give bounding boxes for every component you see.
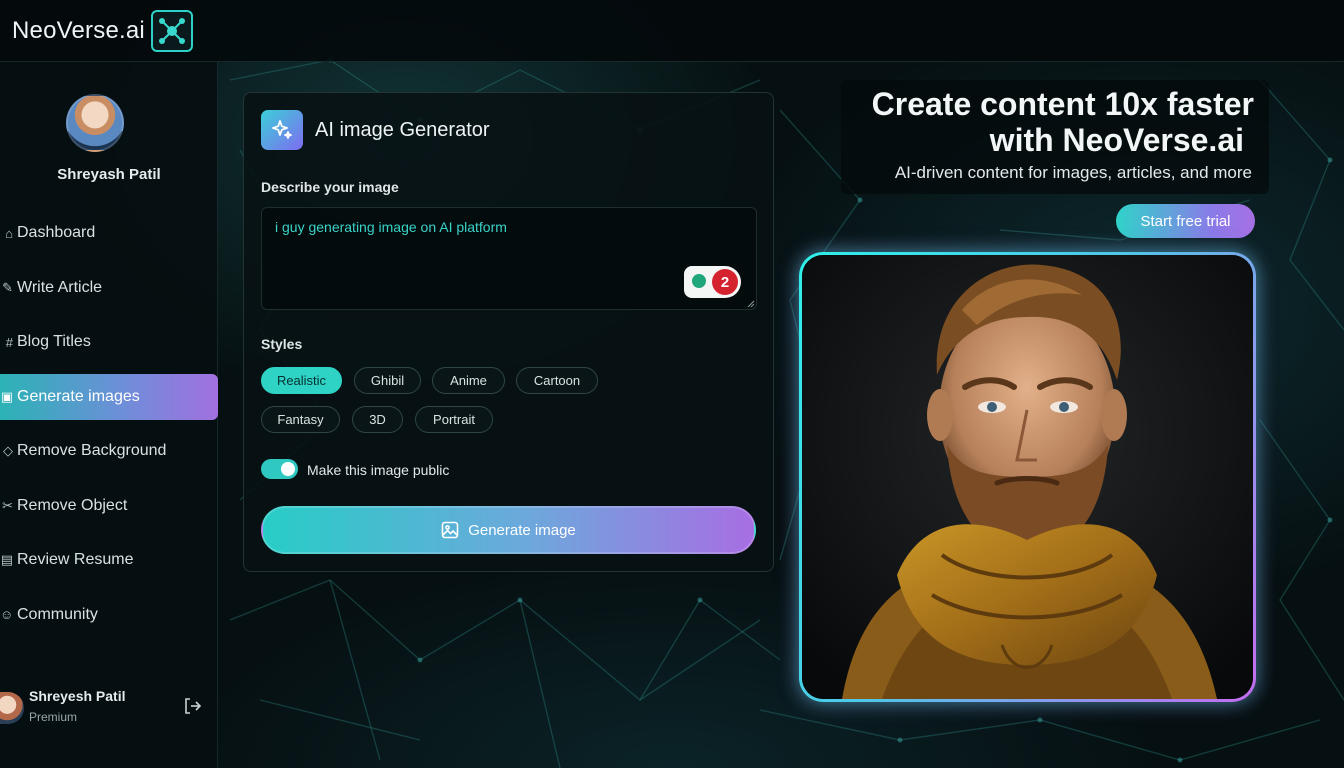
scissors-icon: ✂: [2, 497, 13, 513]
sidebar-nav: ⌂ Dashboard ✎ Write Article # Blog Title…: [0, 210, 218, 646]
sidebar-item-dashboard[interactable]: ⌂ Dashboard: [0, 210, 218, 256]
footer-user-tier: Premium: [29, 710, 78, 724]
sidebar-item-label: Blog Titles: [17, 333, 91, 350]
style-chip-anime[interactable]: Anime: [432, 367, 505, 394]
pencil-icon: ✎: [2, 279, 13, 295]
sidebar-item-label: Community: [17, 605, 98, 623]
brand-name[interactable]: NeoVerse.ai: [12, 17, 145, 45]
sidebar-user-footer: Shreyesh Patil Premium: [0, 682, 218, 734]
avatar[interactable]: [0, 692, 24, 724]
sidebar-item-review-resume[interactable]: ▤ Review Resume: [0, 537, 218, 583]
sidebar-item-blog-titles[interactable]: # Blog Titles: [0, 319, 218, 365]
start-free-trial-button[interactable]: Start free trial: [1116, 204, 1255, 238]
sidebar-item-label: Dashboard: [17, 224, 96, 241]
style-chip-fantasy[interactable]: Fantasy: [261, 406, 340, 433]
hero-headline-line2: with NeoVerse.ai: [989, 122, 1244, 158]
logout-icon[interactable]: [182, 696, 202, 716]
image-icon: [441, 521, 459, 539]
footer-user-name: Shreyesh Patil: [29, 688, 126, 704]
generated-portrait[interactable]: [799, 252, 1256, 702]
style-chip-portrait[interactable]: Portrait: [415, 406, 493, 433]
generate-image-button[interactable]: Generate image: [261, 506, 756, 554]
image-generator-card: AI image Generator Describe your image 2…: [243, 92, 774, 572]
prompt-input[interactable]: [261, 207, 757, 310]
styles-label: Styles: [261, 336, 303, 352]
sidebar-item-remove-background[interactable]: ◇ Remove Background: [0, 428, 218, 474]
home-icon: ⌂: [5, 225, 13, 241]
toggle-knob: [281, 462, 295, 476]
network-nodes-icon[interactable]: [150, 9, 193, 52]
sidebar: Shreyash Patil ⌂ Dashboard ✎ Write Artic…: [0, 62, 218, 768]
card-title: AI image Generator: [315, 119, 490, 141]
sidebar-item-label: Write Article: [17, 278, 103, 296]
style-chip-cartoon[interactable]: Cartoon: [516, 367, 598, 394]
top-bar: NeoVerse.ai: [0, 0, 1344, 62]
style-chip-3d[interactable]: 3D: [352, 406, 403, 433]
sidebar-item-write-article[interactable]: ✎ Write Article: [0, 265, 218, 311]
sidebar-item-label: Remove Object: [17, 496, 128, 514]
eraser-icon: ◇: [3, 443, 13, 458]
extension-badge[interactable]: 2: [684, 266, 741, 298]
describe-label: Describe your image: [261, 179, 399, 195]
avatar[interactable]: [66, 94, 124, 152]
style-chip-realistic[interactable]: Realistic: [261, 367, 342, 394]
user-name: Shreyash Patil: [57, 166, 161, 183]
hash-icon: #: [5, 334, 13, 350]
sidebar-item-label: Generate images: [17, 387, 140, 405]
sparkles-icon: [261, 110, 303, 150]
sidebar-item-generate-images[interactable]: ▣ Generate images: [0, 373, 218, 420]
lightbulb-icon: [692, 274, 706, 288]
hero-subtitle: AI-driven content for images, articles, …: [894, 163, 1252, 182]
sidebar-item-remove-object[interactable]: ✂ Remove Object: [0, 483, 218, 529]
resize-grip-icon[interactable]: [747, 300, 755, 308]
generate-button-label: Generate image: [468, 521, 576, 539]
public-toggle-label: Make this image public: [307, 462, 450, 478]
file-icon: ▤: [0, 552, 13, 567]
style-chip-ghibil[interactable]: Ghibil: [354, 367, 421, 394]
badge-count: 2: [712, 269, 738, 295]
public-toggle[interactable]: [261, 459, 298, 479]
hero-headline: Create content 10x faster with NeoVerse.…: [734, 86, 1254, 158]
image-icon: ▣: [0, 388, 13, 404]
sidebar-item-label: Remove Background: [17, 442, 167, 459]
hero-headline-line1: Create content 10x faster: [871, 86, 1254, 122]
users-icon: ☺: [0, 607, 14, 622]
sidebar-item-label: Review Resume: [17, 551, 134, 568]
sidebar-item-community[interactable]: ☺ Community: [0, 592, 218, 638]
